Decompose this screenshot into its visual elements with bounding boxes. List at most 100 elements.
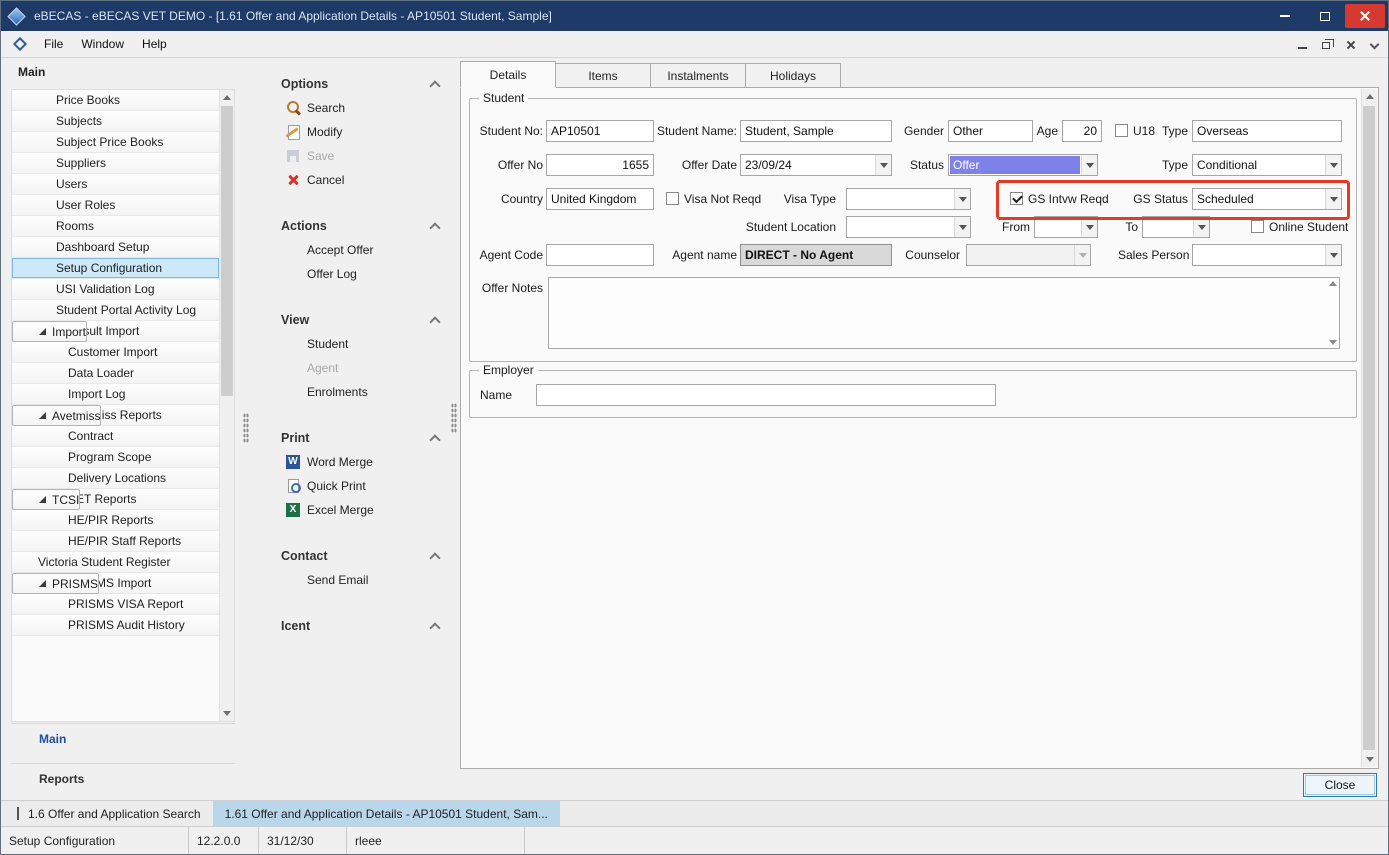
sidebar-item-user-roles[interactable]: User Roles <box>12 195 219 216</box>
nav-section-reports[interactable]: Reports <box>11 763 235 793</box>
u18-checkbox[interactable] <box>1115 124 1128 137</box>
enrolments-button[interactable]: Enrolments <box>281 381 443 403</box>
sidebar-item-tcsi[interactable]: TCSI <box>12 489 80 510</box>
visa-type-combo[interactable] <box>846 188 971 210</box>
window-maximize-button[interactable] <box>1305 4 1345 28</box>
quick-print-button[interactable]: Quick Print <box>281 475 443 497</box>
accept-offer-button[interactable]: Accept Offer <box>281 239 443 261</box>
agent-code-input[interactable] <box>546 244 654 266</box>
sidebar-item-he-pir-reports[interactable]: HE/PIR Reports <box>12 510 219 531</box>
scroll-up-button[interactable] <box>1362 89 1377 104</box>
student-name-input[interactable] <box>740 120 892 142</box>
section-header-print[interactable]: Print <box>281 427 443 449</box>
gender-input[interactable] <box>948 120 1033 142</box>
menu-help[interactable]: Help <box>133 31 176 57</box>
scroll-down-button[interactable] <box>1362 752 1377 767</box>
send-email-button[interactable]: Send Email <box>281 569 443 591</box>
section-header-view[interactable]: View <box>281 309 443 331</box>
close-button[interactable]: Close <box>1303 773 1377 797</box>
sidebar-item-he-pir-staff-reports[interactable]: HE/PIR Staff Reports <box>12 531 219 552</box>
online-student-checkbox[interactable] <box>1251 220 1264 233</box>
sidebar-item-prisms[interactable]: PRISMS <box>12 573 99 594</box>
tab-instalments[interactable]: Instalments <box>650 63 746 88</box>
type-input[interactable] <box>1192 120 1342 142</box>
to-combo[interactable] <box>1142 216 1210 238</box>
sales-person-combo[interactable] <box>1192 244 1342 266</box>
sidebar-item-import-log[interactable]: Import Log <box>12 384 219 405</box>
tab-holidays[interactable]: Holidays <box>745 63 841 88</box>
offer-date-combo[interactable]: 23/09/24 <box>740 154 892 176</box>
student-button[interactable]: Student <box>281 333 443 355</box>
from-combo[interactable] <box>1034 216 1098 238</box>
scroll-down-button[interactable] <box>220 706 234 721</box>
tab-items[interactable]: Items <box>555 63 651 88</box>
mdi-restore-button[interactable] <box>1320 38 1334 52</box>
sidebar-item-delivery-locations[interactable]: Delivery Locations <box>12 468 219 489</box>
offer-type-combo[interactable]: Conditional <box>1192 154 1342 176</box>
dropdown-arrow-icon[interactable] <box>954 189 970 209</box>
visa-not-reqd-checkbox[interactable] <box>666 192 679 205</box>
sidebar-item-subject-price-books[interactable]: Subject Price Books <box>12 132 219 153</box>
tree-expanded-icon[interactable] <box>39 328 46 335</box>
scrollbar-thumb[interactable] <box>1363 106 1375 750</box>
sidebar-item-contract[interactable]: Contract <box>12 426 219 447</box>
notes-scroll-down-icon[interactable] <box>1329 340 1337 345</box>
scrollbar-thumb[interactable] <box>221 106 233 396</box>
splitter-handle[interactable] <box>243 413 249 443</box>
gs-status-combo[interactable]: Scheduled <box>1192 188 1342 210</box>
gs-intvw-reqd-checkbox[interactable] <box>1010 192 1023 205</box>
sidebar-item-avetmiss[interactable]: Avetmiss <box>12 405 101 426</box>
dropdown-arrow-icon[interactable] <box>1081 217 1097 237</box>
dropdown-arrow-icon[interactable] <box>1325 245 1341 265</box>
sidebar-item-prisms-visa-report[interactable]: PRISMS VISA Report <box>12 594 219 615</box>
mdi-minimize-button[interactable] <box>1296 38 1310 52</box>
sidebar-item-student-portal-activity-log[interactable]: Student Portal Activity Log <box>12 300 219 321</box>
dropdown-arrow-icon[interactable] <box>875 155 891 175</box>
menu-file[interactable]: File <box>35 31 72 57</box>
sidebar-item-prisms-audit-history[interactable]: PRISMS Audit History <box>12 615 219 636</box>
sidebar-item-dashboard-setup[interactable]: Dashboard Setup <box>12 237 219 258</box>
sidebar-item-suppliers[interactable]: Suppliers <box>12 153 219 174</box>
sidebar-item-customer-import[interactable]: Customer Import <box>12 342 219 363</box>
tree-expanded-icon[interactable] <box>39 412 46 419</box>
excel-merge-button[interactable]: Excel Merge <box>281 499 443 521</box>
search-button[interactable]: Search <box>281 97 443 119</box>
window-minimize-button[interactable] <box>1265 4 1305 28</box>
dropdown-arrow-icon[interactable] <box>954 217 970 237</box>
tree-expanded-icon[interactable] <box>39 580 46 587</box>
dropdown-arrow-icon[interactable] <box>1325 155 1341 175</box>
mdi-expand-button[interactable] <box>1368 38 1382 52</box>
offer-log-button[interactable]: Offer Log <box>281 263 443 285</box>
window-close-button[interactable] <box>1345 4 1385 28</box>
cancel-button[interactable]: Cancel <box>281 169 443 191</box>
country-input[interactable] <box>546 188 654 210</box>
sidebar-item-rooms[interactable]: Rooms <box>12 216 219 237</box>
tab-details[interactable]: Details <box>460 61 556 88</box>
tree-expanded-icon[interactable] <box>39 496 46 503</box>
dropdown-arrow-icon[interactable] <box>1193 217 1209 237</box>
sidebar-item-victoria-student-register[interactable]: Victoria Student Register <box>12 552 219 573</box>
age-input[interactable] <box>1062 120 1102 142</box>
student-location-combo[interactable] <box>846 216 971 238</box>
sidebar-item-program-scope[interactable]: Program Scope <box>12 447 219 468</box>
status-combo[interactable]: Offer <box>948 154 1098 176</box>
sidebar-item-usi-validation-log[interactable]: USI Validation Log <box>12 279 219 300</box>
employer-name-input[interactable] <box>536 384 996 406</box>
word-merge-button[interactable]: Word Merge <box>281 451 443 473</box>
splitter-handle[interactable] <box>451 403 457 433</box>
sidebar-item-data-loader[interactable]: Data Loader <box>12 363 219 384</box>
notes-scroll-up-icon[interactable] <box>1329 281 1337 286</box>
nav-section-main[interactable]: Main <box>11 723 235 753</box>
content-scrollbar[interactable] <box>1361 89 1377 767</box>
section-header-options[interactable]: Options <box>281 73 443 95</box>
doc-tab-1-6-offer-and-application-search[interactable]: 1.6 Offer and Application Search <box>5 801 213 826</box>
sidebar-item-import[interactable]: Import <box>12 321 87 342</box>
dropdown-arrow-icon[interactable] <box>1325 189 1341 209</box>
section-header-actions[interactable]: Actions <box>281 215 443 237</box>
student-no-input[interactable] <box>546 120 654 142</box>
sidebar-item-price-books[interactable]: Price Books <box>12 90 219 111</box>
dropdown-arrow-icon[interactable] <box>1081 155 1097 175</box>
sidebar-item-users[interactable]: Users <box>12 174 219 195</box>
menu-window[interactable]: Window <box>72 31 133 57</box>
sidebar-scrollbar[interactable] <box>219 90 234 721</box>
